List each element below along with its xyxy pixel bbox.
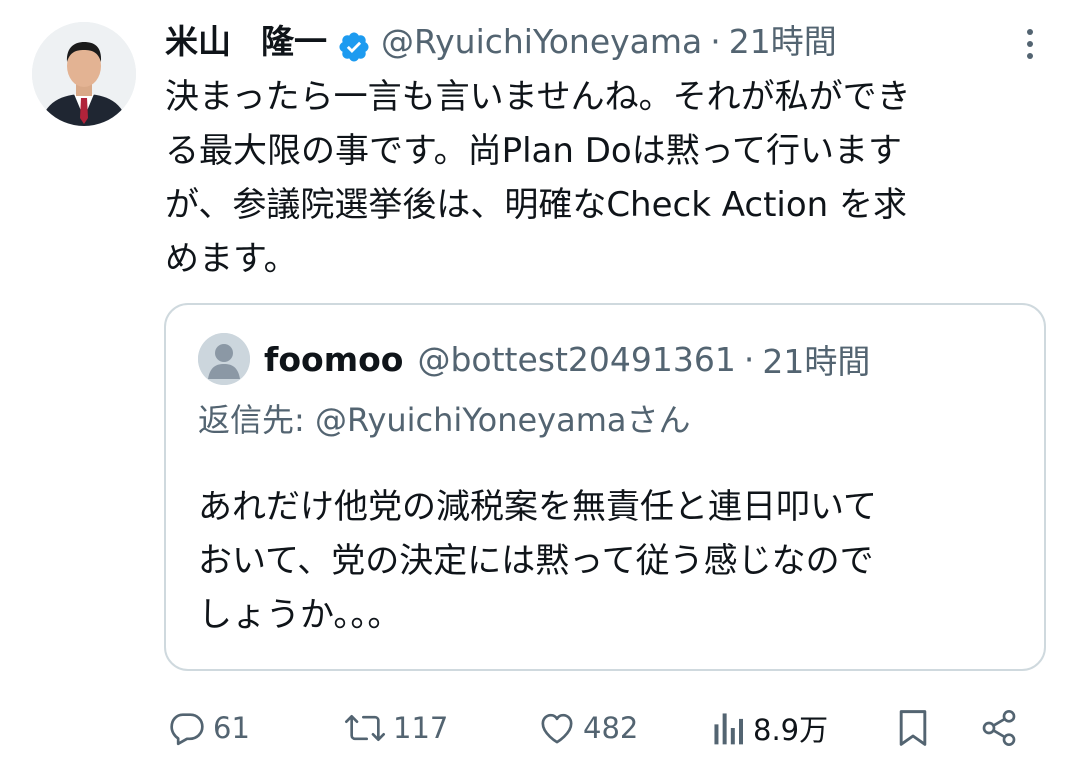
quoted-author-handle[interactable]: @bottest20491361 [417,340,735,379]
tweet-action-bar: 61 117 482 8.9万 [165,700,1045,756]
quoted-author-name[interactable]: foomoo [264,340,403,379]
quoted-tweet-card[interactable]: foomoo @bottest20491361 · 21時間 返信先: @Ryu… [164,303,1046,671]
author-avatar-image [32,22,136,126]
author-avatar[interactable] [32,22,136,126]
quoted-tweet-header: foomoo @bottest20491361 · 21時間 [264,331,870,387]
separator-dot: · [710,22,721,61]
tweet-header: 米山 隆一 @RyuichiYoneyama · 21時間 [165,14,837,70]
reply-to-label: 返信先: @RyuichiYoneyamaさん [198,401,691,439]
like-button[interactable]: 482 [537,700,638,756]
default-user-avatar-icon[interactable] [198,333,250,385]
verified-badge-icon [337,25,371,62]
author-name[interactable]: 米山 隆一 [165,14,327,70]
share-button[interactable] [979,700,1019,756]
bookmark-button[interactable] [895,700,931,756]
like-icon [537,708,577,748]
retweet-button[interactable]: 117 [343,700,448,756]
retweet-count: 117 [393,711,449,745]
quoted-tweet-time[interactable]: 21時間 [762,335,870,383]
reply-icon [167,708,207,748]
like-count: 482 [583,711,639,745]
reply-count: 61 [213,711,250,745]
author-name-part2: 隆一 [261,22,327,61]
tweet-text: 決まったら一言も言いませんね。それが私ができ る最大限の事です。尚Plan Do… [165,77,911,279]
separator-dot: · [743,339,755,379]
author-handle[interactable]: @RyuichiYoneyama [381,14,702,70]
share-icon [979,708,1019,748]
more-vertical-icon[interactable] [1017,26,1043,62]
tweet-time[interactable]: 21時間 [729,14,837,70]
reply-button[interactable]: 61 [167,700,250,756]
bookmark-icon [895,708,931,748]
view-count: 8.9万 [753,713,829,747]
quoted-tweet-text: あれだけ他党の減税案を無責任と連日叩いて おいて、党の決定には黙って従う感じなの… [198,487,877,635]
author-name-part1: 米山 [165,22,231,61]
views-icon [711,708,747,748]
retweet-icon [343,708,387,748]
views-button[interactable]: 8.9万 [711,700,828,756]
